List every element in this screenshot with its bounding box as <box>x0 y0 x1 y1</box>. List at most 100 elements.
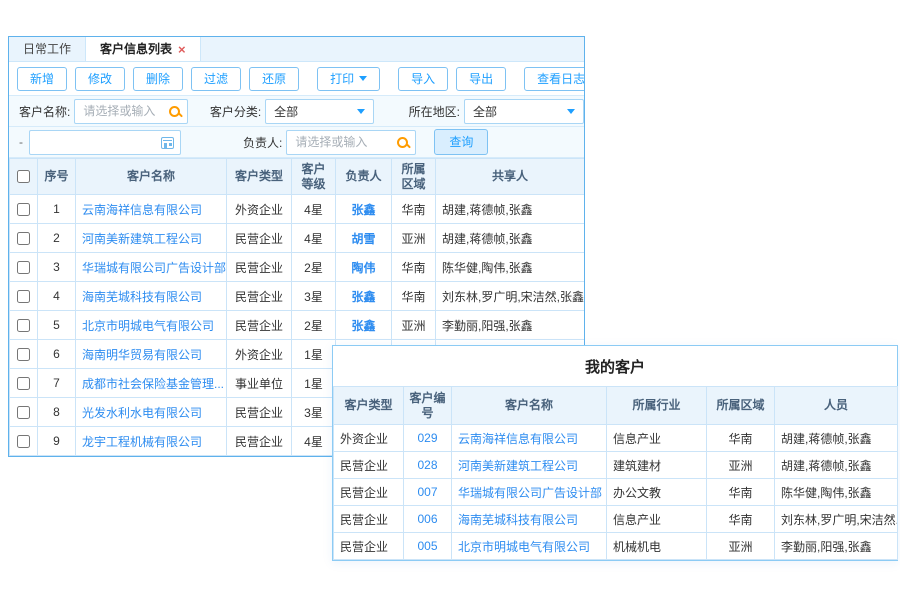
row-checkbox[interactable] <box>17 406 30 419</box>
customer-no-link[interactable]: 007 <box>404 479 452 506</box>
region: 亚洲 <box>707 533 775 560</box>
tab-bar: 日常工作 客户信息列表 × <box>9 37 584 62</box>
filter-button[interactable]: 过滤 <box>191 67 241 91</box>
close-icon[interactable]: × <box>178 43 186 56</box>
owner-box <box>286 130 416 155</box>
owner-label: 负责人: <box>243 134 282 151</box>
row-number: 9 <box>38 427 76 456</box>
customer-type: 民营企业 <box>334 479 404 506</box>
owner-link[interactable]: 胡雪 <box>336 224 392 253</box>
row-checkbox[interactable] <box>17 348 30 361</box>
header-region: 所属区域 <box>707 387 775 425</box>
customer-level: 2星 <box>292 253 336 282</box>
row-checkbox-cell <box>10 398 38 427</box>
edit-button[interactable]: 修改 <box>75 67 125 91</box>
customer-no-link[interactable]: 006 <box>404 506 452 533</box>
category-select-value: 全部 <box>274 103 298 120</box>
row-checkbox[interactable] <box>17 261 30 274</box>
customer-name-link[interactable]: 云南海祥信息有限公司 <box>76 195 227 224</box>
calendar-icon[interactable] <box>161 137 174 149</box>
header-owner: 负责人 <box>336 159 392 195</box>
export-button[interactable]: 导出 <box>456 67 506 91</box>
query-button[interactable]: 查询 <box>434 129 488 155</box>
customer-name-link[interactable]: 河南美新建筑工程公司 <box>452 452 607 479</box>
table-row: 4 海南芜城科技有限公司 民营企业 3星 张鑫 华南 刘东林,罗广明,宋洁然,张… <box>10 282 585 311</box>
search-icon[interactable] <box>168 105 182 119</box>
customer-name-link[interactable]: 华瑞城有限公司广告设计部 <box>452 479 607 506</box>
search-icon[interactable] <box>396 136 410 150</box>
row-number: 4 <box>38 282 76 311</box>
owner-link[interactable]: 张鑫 <box>336 311 392 340</box>
header-customer-name: 客户名称 <box>452 387 607 425</box>
customer-name-link[interactable]: 成都市社会保险基金管理... <box>76 369 227 398</box>
customer-no-link[interactable]: 029 <box>404 425 452 452</box>
table-header-row: 客户类型 客户编号 客户名称 所属行业 所属区域 人员 <box>334 387 898 425</box>
header-no: 序号 <box>38 159 76 195</box>
region: 华南 <box>392 195 436 224</box>
row-checkbox-cell <box>10 369 38 398</box>
table-row: 2 河南美新建筑工程公司 民营企业 4星 胡雪 亚洲 胡建,蒋德帧,张鑫 <box>10 224 585 253</box>
region-select-value: 全部 <box>473 103 497 120</box>
customer-name-box <box>74 99 187 124</box>
customer-name-link[interactable]: 北京市明城电气有限公司 <box>76 311 227 340</box>
row-checkbox[interactable] <box>17 319 30 332</box>
row-checkbox[interactable] <box>17 203 30 216</box>
owner-link[interactable]: 陶伟 <box>336 253 392 282</box>
row-number: 7 <box>38 369 76 398</box>
customer-no-link[interactable]: 028 <box>404 452 452 479</box>
shared-people: 胡建,蒋德帧,张鑫 <box>436 195 585 224</box>
my-customers-window: 我的客户 客户类型 客户编号 客户名称 所属行业 所属区域 人员 外资企业 02… <box>332 345 898 561</box>
row-checkbox[interactable] <box>17 435 30 448</box>
customer-type: 事业单位 <box>227 369 292 398</box>
row-number: 1 <box>38 195 76 224</box>
customer-level: 2星 <box>292 311 336 340</box>
category-label: 客户分类: <box>210 103 261 120</box>
customer-name-link[interactable]: 海南芜城科技有限公司 <box>76 282 227 311</box>
customer-name-link[interactable]: 华瑞城有限公司广告设计部 <box>76 253 227 282</box>
table-row: 民营企业 006 海南芜城科技有限公司 信息产业 华南 刘东林,罗广明,宋洁然.… <box>334 506 898 533</box>
region: 亚洲 <box>392 224 436 253</box>
customer-name-link[interactable]: 龙宇工程机械有限公司 <box>76 427 227 456</box>
date-input[interactable] <box>30 131 180 154</box>
customer-name-link[interactable]: 光发水利水电有限公司 <box>76 398 227 427</box>
chevron-down-icon <box>359 76 367 81</box>
region: 华南 <box>707 479 775 506</box>
print-button[interactable]: 打印 <box>317 67 380 91</box>
customer-level: 4星 <box>292 427 336 456</box>
header-industry: 所属行业 <box>607 387 707 425</box>
customer-type: 外资企业 <box>227 195 292 224</box>
customer-name-link[interactable]: 海南芜城科技有限公司 <box>452 506 607 533</box>
select-all-checkbox[interactable] <box>17 170 30 183</box>
tab-customer-list-label: 客户信息列表 <box>100 37 172 61</box>
row-number: 2 <box>38 224 76 253</box>
category-select[interactable]: 全部 <box>265 99 373 124</box>
row-checkbox-cell <box>10 311 38 340</box>
owner-link[interactable]: 张鑫 <box>336 195 392 224</box>
region-select[interactable]: 全部 <box>464 99 584 124</box>
tab-daily-work[interactable]: 日常工作 <box>9 37 85 61</box>
row-checkbox[interactable] <box>17 290 30 303</box>
region: 亚洲 <box>707 452 775 479</box>
owner-link[interactable]: 张鑫 <box>336 282 392 311</box>
customer-type: 民营企业 <box>334 533 404 560</box>
add-button[interactable]: 新增 <box>17 67 67 91</box>
table-row: 民营企业 007 华瑞城有限公司广告设计部 办公文教 华南 陈华健,陶伟,张鑫 <box>334 479 898 506</box>
customer-no-link[interactable]: 005 <box>404 533 452 560</box>
restore-button[interactable]: 还原 <box>249 67 299 91</box>
customer-name-link[interactable]: 北京市明城电气有限公司 <box>452 533 607 560</box>
customer-name-link[interactable]: 河南美新建筑工程公司 <box>76 224 227 253</box>
customer-name-link[interactable]: 云南海祥信息有限公司 <box>452 425 607 452</box>
people: 胡建,蒋德帧,张鑫 <box>775 425 898 452</box>
import-button[interactable]: 导入 <box>398 67 448 91</box>
customer-name-label: 客户名称: <box>19 103 70 120</box>
customer-type: 民营企业 <box>334 506 404 533</box>
tab-customer-list[interactable]: 客户信息列表 × <box>85 37 201 61</box>
row-checkbox[interactable] <box>17 232 30 245</box>
customer-name-link[interactable]: 海南明华贸易有限公司 <box>76 340 227 369</box>
filter-row-1: 客户名称: 客户分类: 全部 所在地区: 全部 <box>9 96 584 127</box>
chevron-down-icon <box>567 109 575 114</box>
my-customers-title: 我的客户 <box>333 346 897 386</box>
view-log-button[interactable]: 查看日志 <box>524 67 585 91</box>
row-checkbox[interactable] <box>17 377 30 390</box>
delete-button[interactable]: 删除 <box>133 67 183 91</box>
